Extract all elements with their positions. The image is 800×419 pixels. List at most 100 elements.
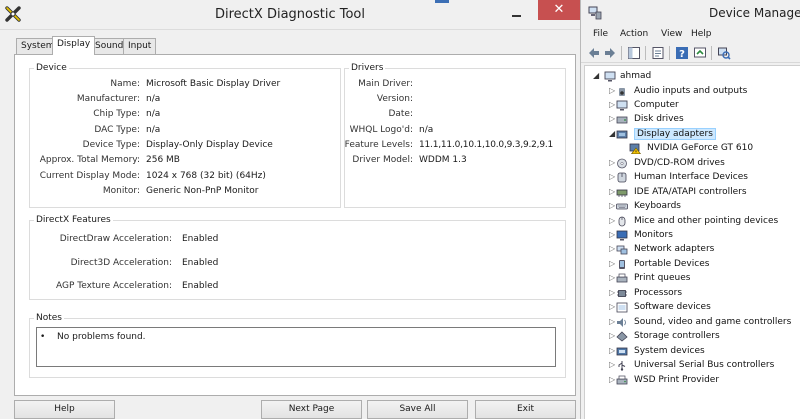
tree-root-label: ahmad	[620, 71, 652, 81]
menu-help[interactable]: Help	[691, 29, 712, 39]
wsd-printer-icon	[616, 375, 628, 384]
menu-file[interactable]: File	[593, 29, 608, 39]
tree-category-label: Universal Serial Bus controllers	[634, 360, 775, 371]
tree-category[interactable]: ▷ Computer	[585, 99, 799, 113]
computer-root-icon	[604, 71, 616, 82]
tree-category[interactable]: ▷ Storage controllers	[585, 330, 799, 344]
tree-category-label: Network adapters	[634, 244, 715, 255]
show-hide-tree-icon[interactable]	[627, 46, 641, 60]
taskbar-stub	[435, 0, 449, 3]
tree-category-label: DVD/CD-ROM drives	[634, 157, 725, 168]
device-manager-title: Device Manager	[709, 6, 800, 20]
storage-icon	[616, 331, 628, 342]
network-icon	[616, 246, 628, 255]
menu-bar: File Action View Help	[581, 28, 800, 42]
ide-controller-icon	[616, 189, 628, 197]
computer-icon	[616, 100, 628, 111]
tree-category[interactable]: ▷ Processors	[585, 287, 799, 301]
directx-features-group: DirectX Features DirectDraw Acceleration…	[29, 215, 566, 300]
display-adapter-icon	[616, 130, 628, 139]
tab-input[interactable]: Input	[123, 38, 157, 54]
tree-category[interactable]: ▷ DVD/CD-ROM drives	[585, 157, 799, 171]
tree-category-label: Display adapters	[634, 127, 716, 140]
tab-display[interactable]: Display	[52, 36, 96, 55]
tree-category-label: System devices	[634, 345, 705, 356]
direct3d-value: Enabled	[182, 258, 219, 268]
menu-action[interactable]: Action	[620, 29, 648, 39]
driver-model-value: WDDM 1.3	[419, 155, 467, 165]
forward-icon[interactable]	[603, 46, 617, 60]
update-driver-icon[interactable]	[693, 46, 707, 60]
device-manager-title-bar[interactable]: Device Manager	[581, 0, 800, 28]
agp-texture-value: Enabled	[182, 281, 219, 291]
save-all-information-button[interactable]: Save All Information...	[367, 400, 468, 419]
tree-category-label: Human Interface Devices	[634, 172, 748, 183]
tree-category[interactable]: ▷ Software devices	[585, 301, 799, 315]
tree-category[interactable]: ▷ Monitors	[585, 229, 799, 243]
total-memory-label: Approx. Total Memory:	[39, 155, 140, 165]
tree-category[interactable]: ▷ Sound, video and game controllers	[585, 316, 799, 330]
notes-box[interactable]: • No problems found.	[36, 327, 556, 367]
portable-device-icon	[619, 259, 625, 269]
tree-category[interactable]: ▷ Audio inputs and outputs	[585, 85, 799, 99]
expand-arrow-icon[interactable]: ◢	[593, 71, 601, 80]
dxdiag-window: DirectX Diagnostic Tool ✕ System Display…	[0, 0, 580, 419]
tree-category[interactable]: ▷ Mice and other pointing devices	[585, 215, 799, 229]
tree-category-label: Portable Devices	[634, 258, 710, 269]
monitor-label: Monitor:	[102, 186, 140, 196]
directdraw-value: Enabled	[182, 234, 219, 244]
whql-label: WHQL Logo'd:	[349, 125, 413, 135]
tree-category-label: Print queues	[634, 273, 691, 284]
back-icon[interactable]	[587, 46, 601, 60]
tree-category-label: Audio inputs and outputs	[634, 85, 748, 96]
tree-category[interactable]: ◢ Display adapters	[585, 127, 799, 142]
toolbar-separator	[621, 46, 622, 60]
notes-group: Notes • No problems found.	[29, 313, 566, 378]
tree-category[interactable]: ▷ IDE ATA/ATAPI controllers	[585, 186, 799, 200]
next-page-button[interactable]: Next Page	[261, 400, 362, 419]
tree-category[interactable]: ▷ Portable Devices	[585, 258, 799, 272]
help-button[interactable]: Help	[14, 400, 115, 419]
manufacturer-value: n/a	[146, 94, 161, 104]
device-tree[interactable]: ◢ ahmad ▷ Audio inputs and outputs ▷ Comput…	[584, 65, 800, 419]
tree-category-label: Keyboards	[634, 201, 681, 212]
tree-category[interactable]: ▷ Keyboards	[585, 200, 799, 214]
main-driver-label: Main Driver:	[358, 79, 413, 89]
tree-category[interactable]: ▷ Network adapters	[585, 243, 799, 257]
tree-category[interactable]: ▷ Disk drives	[585, 113, 799, 127]
total-memory-value: 256 MB	[146, 155, 180, 165]
chip-type-value: n/a	[146, 109, 161, 119]
help-icon[interactable]: ?	[675, 46, 689, 60]
toolbar-separator	[711, 46, 712, 60]
tree-child-item[interactable]: NVIDIA GeForce GT 610	[585, 142, 799, 156]
notes-text: No problems found.	[57, 332, 146, 342]
device-manager-icon	[588, 6, 602, 20]
close-button[interactable]: ✕	[538, 0, 580, 20]
tree-root[interactable]: ◢ ahmad	[585, 70, 799, 84]
system-device-icon	[616, 347, 628, 355]
display-tab-panel: Device Name: Microsoft Basic Display Dri…	[14, 54, 576, 396]
tree-category[interactable]: ▷ WSD Print Provider	[585, 374, 799, 388]
tree-category[interactable]: ▷ Human Interface Devices	[585, 171, 799, 185]
dac-type-value: n/a	[146, 125, 161, 135]
mouse-icon	[618, 216, 626, 226]
minimize-button[interactable]	[505, 4, 529, 22]
tree-category-label: Monitors	[634, 230, 673, 240]
menu-view[interactable]: View	[661, 29, 682, 39]
tree-category[interactable]: ▷ Print queues	[585, 272, 799, 286]
dxdiag-title-bar[interactable]: DirectX Diagnostic Tool ✕	[0, 0, 580, 30]
device-group: Device Name: Microsoft Basic Display Dri…	[29, 63, 341, 208]
tree-category-label: Computer	[634, 99, 679, 110]
tree-category[interactable]: ▷ System devices	[585, 345, 799, 359]
notes-bullet: •	[40, 332, 46, 342]
tree-category[interactable]: ▷ Universal Serial Bus controllers	[585, 359, 799, 373]
hid-icon	[617, 172, 627, 183]
tree-category-label: Disk drives	[634, 114, 684, 125]
driver-model-label: Driver Model:	[352, 155, 413, 165]
feature-levels-value: 11.1,11.0,10.1,10.0,9.3,9.2,9.1	[419, 140, 554, 150]
properties-icon[interactable]	[651, 46, 665, 60]
agp-texture-label: AGP Texture Acceleration:	[55, 281, 172, 291]
scan-hardware-icon[interactable]	[717, 46, 731, 60]
exit-button[interactable]: Exit	[475, 400, 576, 419]
feature-levels-label: Feature Levels:	[344, 140, 413, 150]
